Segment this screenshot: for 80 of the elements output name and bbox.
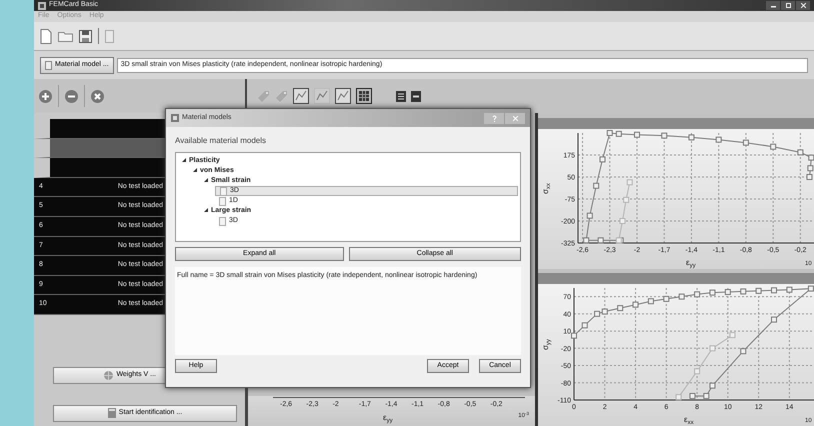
data-point xyxy=(797,149,804,156)
close-icon xyxy=(800,3,806,8)
chart-icon[interactable] xyxy=(335,88,351,104)
expand-arrow-icon[interactable] xyxy=(204,178,208,182)
data-point xyxy=(617,304,624,311)
close-icon xyxy=(512,116,518,120)
data-point xyxy=(771,316,777,322)
chart-icon[interactable] xyxy=(293,88,309,104)
close-button[interactable] xyxy=(505,112,525,124)
list-icon[interactable] xyxy=(396,90,406,102)
data-point xyxy=(689,392,696,398)
data-point xyxy=(593,182,600,189)
data-point xyxy=(619,218,626,224)
data-point xyxy=(703,392,710,398)
calculator-icon xyxy=(108,408,116,418)
maximize-button[interactable] xyxy=(781,1,795,10)
expand-arrow-icon[interactable] xyxy=(193,168,197,172)
remove-icon[interactable] xyxy=(65,90,78,102)
data-point xyxy=(807,165,814,172)
help-icon xyxy=(492,114,496,122)
dialog-heading: Available material models xyxy=(175,135,268,147)
data-point xyxy=(623,196,630,203)
axis-label: ε$_{yy}$ xyxy=(686,258,696,268)
data-point xyxy=(694,290,700,297)
add-icon[interactable] xyxy=(39,90,52,102)
minimize-button[interactable] xyxy=(766,1,780,10)
data-point xyxy=(724,288,731,295)
data-point xyxy=(729,332,736,338)
data-point xyxy=(709,344,716,351)
data-point xyxy=(598,237,604,244)
test-row[interactable] xyxy=(34,158,166,178)
new-file-icon[interactable] xyxy=(40,28,52,44)
test-row[interactable] xyxy=(34,138,166,158)
document-icon xyxy=(219,216,226,226)
close-button[interactable] xyxy=(796,1,810,10)
data-point xyxy=(716,136,722,143)
folder-icon[interactable] xyxy=(58,30,73,42)
data-point xyxy=(571,332,577,338)
axis-label: ε$_{xx}$ xyxy=(684,414,694,426)
data-point xyxy=(808,154,814,161)
data-point xyxy=(661,132,668,139)
data-point xyxy=(583,237,590,244)
data-point xyxy=(600,156,606,162)
data-point xyxy=(694,368,700,374)
grid-icon[interactable] xyxy=(356,88,372,104)
globe-icon xyxy=(104,370,114,380)
data-point xyxy=(786,286,792,292)
delete-icon[interactable] xyxy=(91,90,104,102)
data-point xyxy=(770,144,776,150)
maximize-icon xyxy=(786,3,790,8)
data-point xyxy=(742,140,749,146)
data-point xyxy=(740,348,746,354)
data-point xyxy=(634,132,640,138)
data-point xyxy=(808,285,814,292)
data-point xyxy=(688,134,694,140)
app-logo-icon xyxy=(171,114,179,122)
data-point xyxy=(806,174,812,180)
data-point xyxy=(676,394,682,400)
data-point xyxy=(709,289,716,296)
expand-arrow-icon[interactable] xyxy=(182,158,186,162)
data-point xyxy=(709,382,716,388)
data-point xyxy=(678,293,685,300)
data-point xyxy=(648,298,654,304)
data-point xyxy=(632,301,639,308)
data-point xyxy=(626,179,633,186)
data-point xyxy=(616,130,622,137)
save-icon[interactable] xyxy=(79,30,92,42)
data-point xyxy=(740,288,746,294)
expand-arrow-icon[interactable] xyxy=(204,208,208,212)
data-point xyxy=(586,212,593,219)
data-point xyxy=(582,322,588,328)
data-point xyxy=(771,286,777,293)
axis-label: ε$_{yy}$ xyxy=(383,412,393,424)
app-logo-icon xyxy=(38,2,46,10)
data-point xyxy=(756,287,762,294)
data-point xyxy=(606,130,613,136)
document-icon xyxy=(45,60,52,70)
data-point xyxy=(663,295,670,302)
list-icon[interactable] xyxy=(411,90,421,102)
minimize-icon xyxy=(770,3,776,8)
